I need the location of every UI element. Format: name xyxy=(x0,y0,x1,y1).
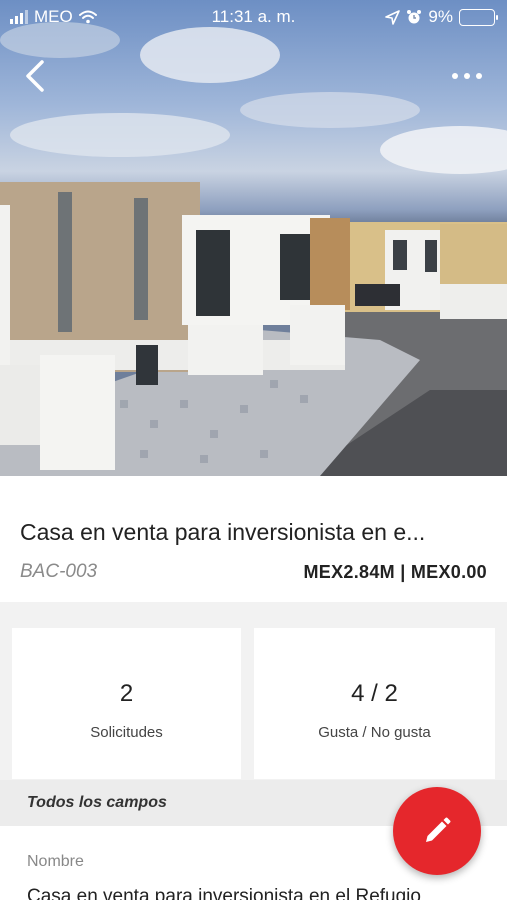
alarm-icon xyxy=(407,10,422,24)
field-label: Nombre xyxy=(27,853,84,870)
property-photo[interactable]: MEO 11:31 a. m. 9% xyxy=(0,0,507,476)
requests-stat[interactable]: 2 Solicitudes xyxy=(12,628,241,779)
likes-label: Gusta / No gusta xyxy=(318,724,431,741)
listing-summary-card: Casa en venta para inversionista en e...… xyxy=(0,476,507,602)
pencil-icon xyxy=(426,817,451,842)
section-title: Todos los campos xyxy=(27,794,167,811)
chevron-left-icon xyxy=(26,60,44,92)
listing-title: Casa en venta para inversionista en e... xyxy=(20,519,426,545)
more-options-button[interactable] xyxy=(449,64,485,88)
battery-percent: 9% xyxy=(428,7,453,26)
edit-button[interactable] xyxy=(393,787,481,875)
requests-label: Solicitudes xyxy=(90,724,163,741)
battery-icon xyxy=(459,8,498,26)
requests-count: 2 xyxy=(119,680,134,707)
location-arrow-icon xyxy=(385,9,401,25)
field-value: Casa en venta para inversionista en el R… xyxy=(27,886,421,900)
back-button[interactable] xyxy=(20,58,54,94)
likes-stat[interactable]: 4 / 2 Gusta / No gusta xyxy=(254,628,495,779)
listing-code: BAC-003 xyxy=(20,561,98,582)
listing-price: MEX2.84M | MEX0.00 xyxy=(303,562,487,582)
status-bar: MEO 11:31 a. m. 9% xyxy=(0,0,507,34)
likes-count: 4 / 2 xyxy=(351,680,398,707)
property-photo-illustration xyxy=(0,22,507,476)
more-horizontal-icon xyxy=(452,73,482,79)
